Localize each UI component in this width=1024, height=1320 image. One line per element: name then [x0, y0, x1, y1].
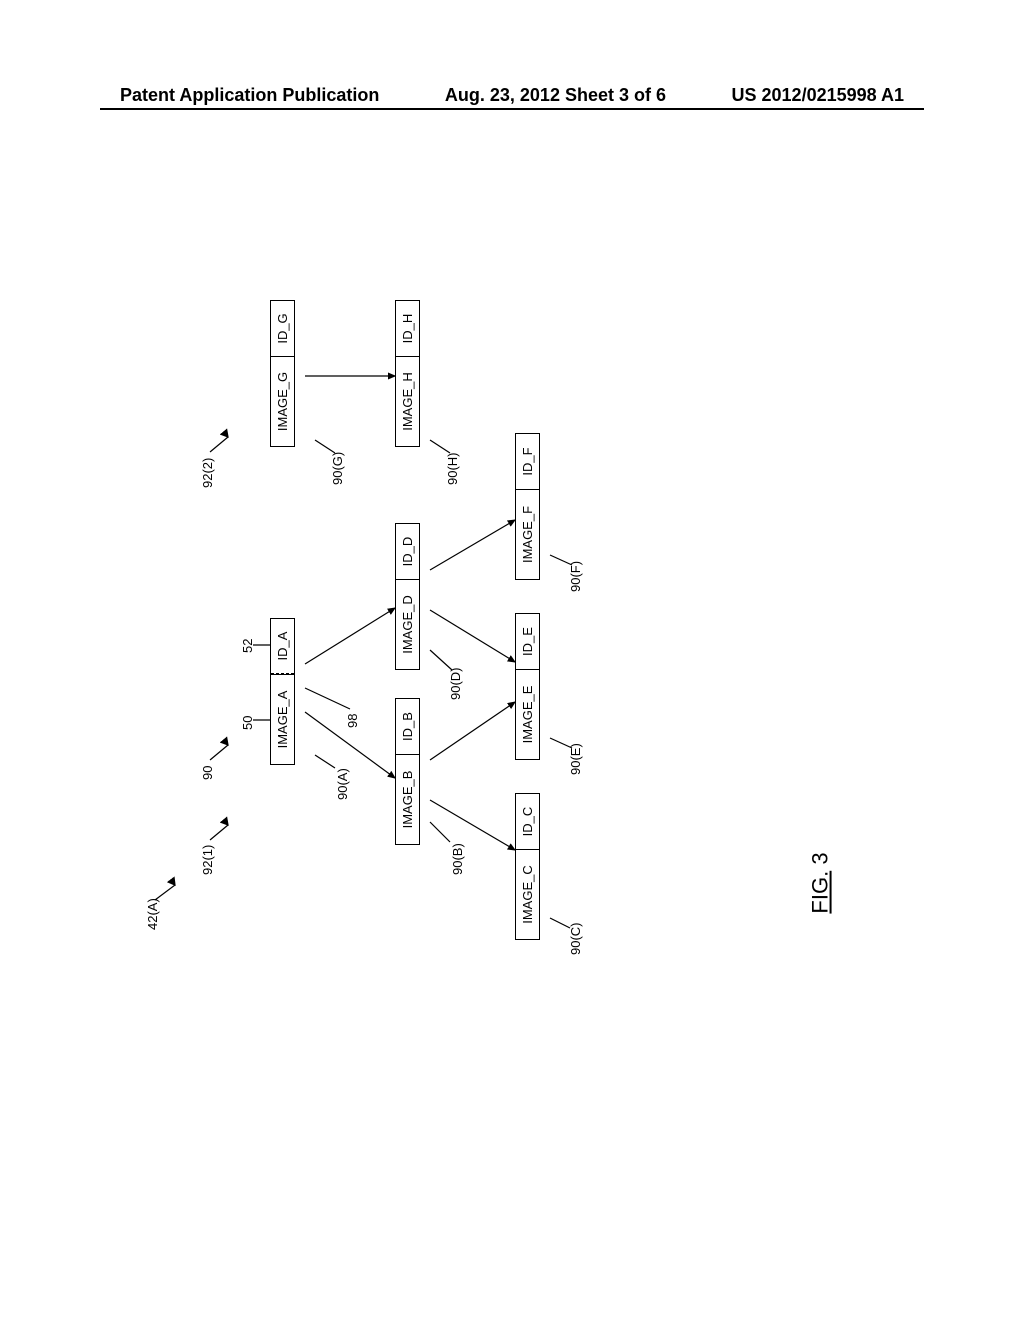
label-98: 98 — [345, 714, 360, 728]
node-h-id: ID_H — [396, 301, 419, 356]
node-e-id: ID_E — [516, 614, 539, 669]
node-a-id: ID_A — [271, 619, 294, 674]
node-h: IMAGE_H ID_H — [395, 300, 420, 447]
node-f-image: IMAGE_F — [516, 489, 539, 579]
node-h-image: IMAGE_H — [396, 356, 419, 446]
header-left: Patent Application Publication — [120, 85, 379, 106]
label-90: 90 — [200, 766, 215, 780]
node-b-id: ID_B — [396, 699, 419, 754]
node-d-image: IMAGE_D — [396, 579, 419, 669]
node-g-id: ID_G — [271, 301, 294, 356]
page-header: Patent Application Publication Aug. 23, … — [0, 85, 1024, 106]
node-c-id: ID_C — [516, 794, 539, 849]
node-e-image: IMAGE_E — [516, 669, 539, 759]
node-d: IMAGE_D ID_D — [395, 523, 420, 670]
label-90f: 90(F) — [568, 561, 583, 592]
label-90g: 90(G) — [330, 452, 345, 485]
node-e: IMAGE_E ID_E — [515, 613, 540, 760]
node-a: IMAGE_A ID_A — [270, 618, 295, 765]
label-50: 50 — [240, 716, 255, 730]
label-90d: 90(D) — [448, 667, 463, 700]
label-52: 52 — [240, 639, 255, 653]
figure-label-number: 3 — [808, 852, 833, 870]
label-92-2: 92(2) — [200, 458, 215, 488]
header-right: US 2012/0215998 A1 — [732, 85, 904, 106]
node-g-image: IMAGE_G — [271, 356, 294, 446]
label-92-1: 92(1) — [200, 845, 215, 875]
label-90e: 90(E) — [568, 743, 583, 775]
node-a-image: IMAGE_A — [271, 674, 294, 764]
label-90c: 90(C) — [568, 922, 583, 955]
label-90b: 90(B) — [450, 843, 465, 875]
node-f: IMAGE_F ID_F — [515, 433, 540, 580]
diagram: 42(A) 92(1) 90 50 52 98 90(A) 90(B) 90(D… — [120, 260, 820, 960]
node-g: IMAGE_G ID_G — [270, 300, 295, 447]
header-center: Aug. 23, 2012 Sheet 3 of 6 — [445, 85, 666, 106]
node-b: IMAGE_B ID_B — [395, 698, 420, 845]
label-90a: 90(A) — [335, 768, 350, 800]
node-c-image: IMAGE_C — [516, 849, 539, 939]
node-f-id: ID_F — [516, 434, 539, 489]
figure-label-prefix: FIG. — [808, 871, 833, 914]
label-42a: 42(A) — [145, 898, 160, 930]
figure-label: FIG. 3 — [808, 852, 834, 913]
node-b-image: IMAGE_B — [396, 754, 419, 844]
node-d-id: ID_D — [396, 524, 419, 579]
node-c: IMAGE_C ID_C — [515, 793, 540, 940]
header-rule — [100, 108, 924, 110]
label-90h: 90(H) — [445, 452, 460, 485]
